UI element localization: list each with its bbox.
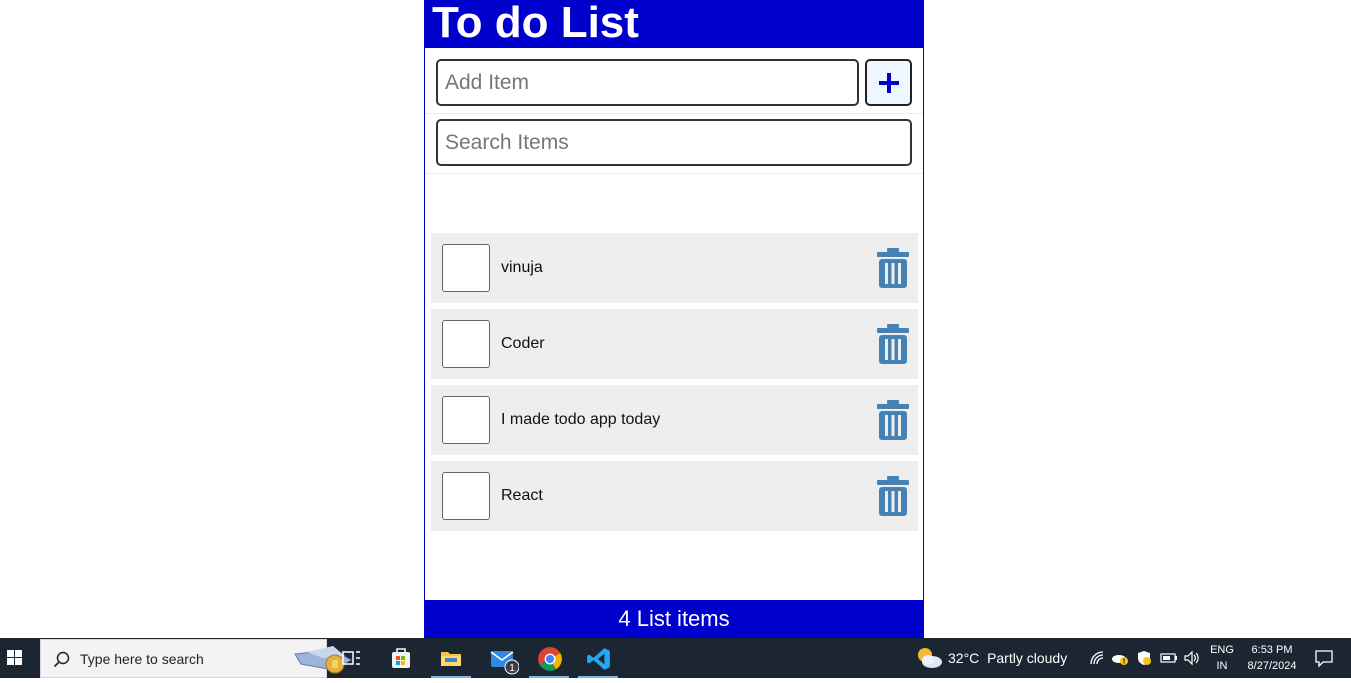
item-checkbox[interactable] — [442, 320, 490, 368]
add-item-form — [425, 48, 923, 114]
search-input[interactable] — [436, 119, 912, 166]
list-item: vinuja — [431, 233, 918, 303]
item-label[interactable]: Coder — [501, 309, 545, 379]
chrome-icon[interactable] — [529, 638, 569, 678]
search-form — [425, 114, 923, 174]
windows-start-icon[interactable] — [0, 638, 30, 678]
weather-temperature: 32°C — [948, 650, 980, 666]
weather-condition: Partly cloudy — [987, 650, 1068, 666]
battery-icon[interactable] — [1160, 650, 1178, 666]
list-item: React — [431, 461, 918, 531]
item-label[interactable]: React — [501, 461, 543, 531]
todo-app: To do List vinuja — [424, 0, 924, 638]
todo-list: vinuja Coder I made todo app today React — [431, 233, 918, 537]
mail-icon[interactable]: 1 — [481, 638, 521, 678]
clock-time: 6:53 PM — [1251, 644, 1293, 656]
search-icon — [53, 651, 70, 668]
add-item-input[interactable] — [436, 59, 859, 106]
trash-icon[interactable] — [876, 476, 910, 516]
item-label[interactable]: I made todo app today — [501, 385, 660, 455]
store-icon[interactable] — [381, 638, 421, 678]
volume-icon[interactable] — [1183, 650, 1201, 666]
plus-icon — [878, 72, 899, 93]
security-icon[interactable] — [1136, 650, 1152, 666]
trash-icon[interactable] — [876, 248, 910, 288]
network-icon[interactable] — [1089, 650, 1105, 666]
taskbar: Type here to search 1 32°C Partly cloudy… — [0, 638, 1351, 678]
clock-date: 8/27/2024 — [1247, 660, 1297, 672]
item-checkbox[interactable] — [442, 472, 490, 520]
item-label[interactable]: vinuja — [501, 233, 543, 303]
trash-icon[interactable] — [876, 324, 910, 364]
list-item: Coder — [431, 309, 918, 379]
taskbar-search-placeholder: Type here to search — [80, 651, 204, 667]
mail-badge-count: 1 — [509, 663, 515, 674]
vscode-icon[interactable] — [578, 638, 618, 678]
notification-icon[interactable] — [1314, 648, 1334, 668]
item-checkbox[interactable] — [442, 396, 490, 444]
item-checkbox[interactable] — [442, 244, 490, 292]
taskbar-search-box[interactable]: Type here to search — [40, 639, 353, 678]
onedrive-icon[interactable] — [1111, 650, 1129, 666]
input-language[interactable]: ENG IN — [1208, 642, 1236, 674]
add-item-button[interactable] — [865, 59, 912, 106]
trash-icon[interactable] — [876, 400, 910, 440]
file-explorer-icon[interactable] — [431, 638, 471, 678]
app-header: To do List — [425, 0, 923, 48]
task-view-icon[interactable] — [331, 638, 371, 678]
item-count-footer: 4 List items — [425, 600, 923, 638]
system-clock[interactable]: 6:53 PM 8/27/2024 — [1242, 642, 1302, 674]
partly-cloudy-icon — [918, 648, 942, 668]
list-item: I made todo app today — [431, 385, 918, 455]
app-title: To do List — [432, 0, 639, 47]
